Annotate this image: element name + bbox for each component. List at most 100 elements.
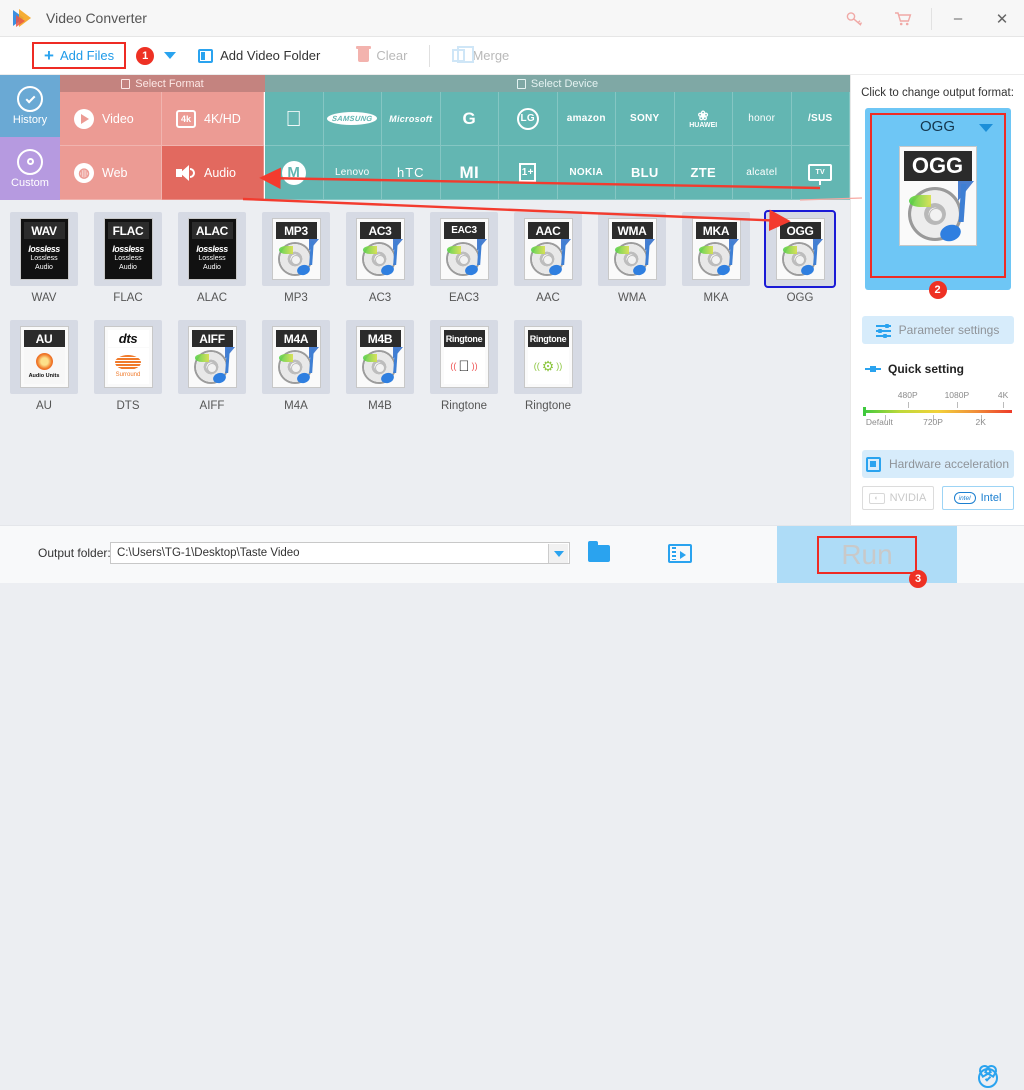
device-amazon[interactable]: amazon — [557, 92, 616, 146]
device-label: alcatel — [746, 167, 778, 178]
file-icon: AU Audio Units — [19, 326, 69, 388]
minimize-button[interactable]: – — [936, 0, 980, 37]
format-category-video[interactable]: Video — [60, 92, 162, 146]
device-blu[interactable]: BLU — [616, 146, 675, 200]
file-icon: M4A — [271, 326, 321, 388]
sidebar-item-label: History — [12, 114, 48, 126]
run-label: Run — [841, 538, 893, 570]
device-samsung[interactable]: SAMSUNG — [323, 92, 382, 146]
wave-right-icon: )) — [556, 361, 563, 371]
device-motorola[interactable]: M — [265, 146, 324, 200]
quality-slider[interactable]: 480P 1080P 4K Default 720P 2K — [863, 390, 1012, 434]
device-huawei[interactable]: ❀ HUAWEI — [674, 92, 733, 146]
format-tile-box[interactable]: AIFF — [178, 320, 246, 394]
format-category-4khd[interactable]: 4k 4K/HD — [162, 92, 264, 146]
format-tile-box[interactable]: WAV lossless Lossless Audio — [10, 212, 78, 286]
file-icon: EAC3 — [439, 218, 489, 280]
device-honor[interactable]: honor — [733, 92, 792, 146]
file-icon-cap: WMA — [611, 222, 653, 239]
device-google[interactable]: G — [440, 92, 499, 146]
parameter-settings-button[interactable]: Parameter settings — [861, 316, 1014, 344]
format-tile-box[interactable]: MP3 — [262, 212, 330, 286]
output-format-preview[interactable]: OGG OGG 2 — [864, 108, 1011, 299]
output-folder-label: Output folder: — [38, 546, 111, 560]
format-tile-label: M4A — [284, 400, 308, 412]
device-tv[interactable]: TV — [791, 146, 850, 200]
format-category-web[interactable]: ◍ Web — [60, 146, 162, 200]
quick-setting-label: Quick setting — [888, 362, 965, 376]
title-bar-controls: – ✕ — [831, 0, 1024, 37]
sidebar-item-history[interactable]: History — [0, 75, 60, 137]
file-icon: ALAC lossless Lossless Audio — [187, 218, 237, 280]
clear-button[interactable]: Clear — [356, 46, 407, 63]
media-library-icon[interactable] — [668, 544, 692, 563]
key-icon[interactable] — [831, 0, 879, 37]
output-folder-input[interactable]: C:\Users\TG-1\Desktop\Taste Video — [110, 542, 570, 564]
format-tile-label: OGG — [786, 292, 814, 304]
device-nokia[interactable]: NOKIA — [557, 146, 616, 200]
device-label: 1+ — [521, 167, 534, 178]
file-icon-cap: MP3 — [275, 222, 317, 239]
device-label: SAMSUNG — [326, 112, 379, 125]
merge-icon — [452, 46, 475, 63]
open-folder-icon[interactable] — [588, 541, 610, 562]
au-sub-label: Audio Units — [28, 373, 60, 379]
device-label: NOKIA — [569, 167, 604, 178]
sidebar-item-custom[interactable]: Custom — [0, 137, 60, 200]
sidebar-item-label: Custom — [11, 176, 49, 189]
intel-toggle[interactable]: intel Intel — [941, 486, 1014, 510]
file-icon-cap: OGG — [779, 222, 821, 239]
file-icon-cap: dts — [107, 330, 149, 347]
device-label: BLU — [630, 165, 659, 180]
device-zte[interactable]: ZTE — [674, 146, 733, 200]
format-category-audio[interactable]: Audio — [162, 146, 264, 200]
nvidia-toggle[interactable]: ◐ NVIDIA — [861, 486, 934, 510]
output-folder-dropdown[interactable] — [548, 544, 568, 563]
format-tile-box[interactable]: Ringtone (( ⚙ )) — [514, 320, 582, 394]
format-tile-box[interactable]: FLAC lossless Lossless Audio — [94, 212, 162, 286]
music-note-icon — [799, 239, 823, 277]
device-microsoft[interactable]: Microsoft — [382, 92, 441, 146]
device-sony[interactable]: SONY — [616, 92, 675, 146]
add-video-folder-button[interactable]: Add Video Folder — [198, 48, 320, 63]
file-icon: Ringtone ((  )) — [439, 326, 489, 388]
format-tile-box[interactable]: Ringtone ((  )) — [430, 320, 498, 394]
format-tile-box[interactable]: M4B — [346, 320, 414, 394]
surround-icon — [115, 354, 141, 370]
chevron-down-icon[interactable] — [164, 52, 177, 59]
device-alcatel[interactable]: alcatel — [733, 146, 792, 200]
format-category-label: Video — [102, 111, 134, 126]
close-button[interactable]: ✕ — [980, 0, 1024, 37]
format-tile-box[interactable]: EAC3 — [430, 212, 498, 286]
device-lenovo[interactable]: Lenovo — [323, 146, 382, 200]
format-tile-box-selected[interactable]: OGG — [764, 210, 836, 288]
device-label: TV — [815, 169, 826, 176]
hardware-acceleration-button[interactable]: Hardware acceleration — [861, 450, 1014, 478]
format-tile-box[interactable]: AAC — [514, 212, 582, 286]
select-device-title: Select Device — [530, 77, 599, 90]
device-asus[interactable]: /SUS — [791, 92, 850, 146]
device-xiaomi[interactable]: MI — [440, 146, 499, 200]
format-tile-box[interactable]: M4A — [262, 320, 330, 394]
run-button[interactable]: Run 3 — [777, 526, 957, 588]
device-label: G — [462, 108, 477, 128]
format-tile-box[interactable]: AU Audio Units — [10, 320, 78, 394]
intel-icon: intel — [953, 492, 976, 504]
file-icon-cap: MKA — [695, 222, 737, 239]
device-htc[interactable]: hTC — [382, 146, 441, 200]
quality-slider-handle[interactable] — [863, 407, 866, 416]
format-tile-box[interactable]: MKA — [682, 212, 750, 286]
cart-icon[interactable] — [879, 0, 927, 37]
format-tile-box[interactable]: dts Surround — [94, 320, 162, 394]
format-tile-box[interactable]: ALAC lossless Lossless Audio — [178, 212, 246, 286]
format-tile-box[interactable]: AC3 — [346, 212, 414, 286]
alarm-clock-icon[interactable] — [978, 1068, 1002, 1090]
device-lg[interactable]: LG — [499, 92, 558, 146]
device-apple[interactable]:  — [265, 92, 324, 146]
device-oneplus[interactable]: 1+ — [499, 146, 558, 200]
format-tile-box[interactable]: WMA — [598, 212, 666, 286]
device-label: ZTE — [690, 165, 716, 180]
add-files-button[interactable]: + Add Files — [32, 42, 127, 69]
merge-button[interactable]: Merge — [452, 46, 509, 63]
annotation-box-2 — [869, 113, 1006, 278]
